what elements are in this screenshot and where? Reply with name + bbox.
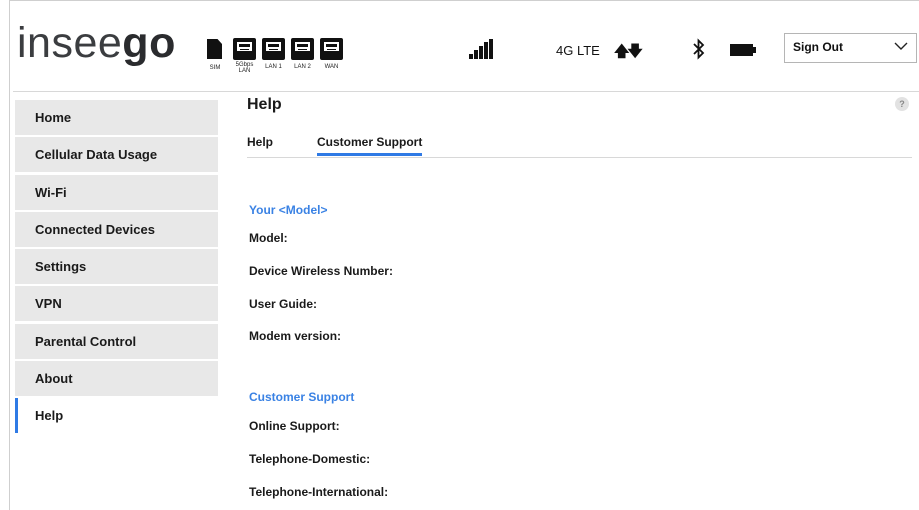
sidebar-item-label: Wi-Fi bbox=[35, 184, 67, 200]
port-label-lan1: LAN 1 bbox=[265, 64, 282, 70]
sidebar-item-vpn[interactable]: VPN bbox=[15, 286, 218, 322]
sidebar-item-label: VPN bbox=[35, 296, 62, 312]
ethernet-lan1-icon bbox=[262, 38, 285, 60]
sidebar-item-label: Cellular Data Usage bbox=[35, 147, 158, 163]
sim-card-icon bbox=[207, 39, 222, 59]
sidebar-item-parental-control[interactable]: Parental Control bbox=[15, 323, 218, 359]
ethernet-5gbps-lan-icon bbox=[233, 38, 256, 60]
header-divider bbox=[13, 91, 919, 92]
tab-help[interactable]: Help bbox=[247, 135, 273, 149]
sidebar-nav: Home Cellular Data Usage Wi-Fi Connected… bbox=[15, 100, 218, 436]
bluetooth-icon bbox=[693, 38, 705, 60]
port-label-wan: WAN bbox=[324, 64, 339, 70]
window-frame-left bbox=[9, 0, 10, 510]
sidebar-item-label: Home bbox=[35, 110, 72, 125]
sim-label: SIM bbox=[209, 65, 221, 71]
sidebar-item-label: Parental Control bbox=[35, 333, 137, 349]
network-type-label: 4G LTE bbox=[556, 43, 600, 58]
ethernet-lan2-icon bbox=[291, 38, 314, 60]
sidebar-item-connected-devices[interactable]: Connected Devices bbox=[15, 211, 218, 247]
page-title: Help bbox=[247, 96, 282, 113]
tabs-divider bbox=[247, 157, 912, 158]
field-modem-version: Modem version: bbox=[249, 329, 342, 343]
sidebar-item-help[interactable]: Help bbox=[15, 398, 218, 434]
section-heading-model: Your <Model> bbox=[249, 203, 328, 217]
sidebar-item-label: Settings bbox=[35, 259, 87, 275]
sign-out-label: Sign Out bbox=[793, 40, 843, 54]
port-label-5gbps-lan: 5Gbps LAN bbox=[235, 62, 254, 74]
window-frame-top bbox=[9, 0, 919, 9]
ethernet-wan-icon bbox=[320, 38, 343, 60]
field-telephone-domestic: Telephone-Domestic: bbox=[249, 452, 371, 466]
field-model: Model: bbox=[249, 231, 288, 245]
signal-strength-icon bbox=[467, 39, 497, 59]
field-telephone-international: Telephone-International: bbox=[249, 485, 389, 499]
sidebar-item-label: Connected Devices bbox=[35, 221, 155, 237]
battery-icon bbox=[730, 44, 756, 56]
tab-customer-support[interactable]: Customer Support bbox=[317, 135, 423, 156]
field-device-wireless-number: Device Wireless Number: bbox=[249, 264, 393, 278]
field-user-guide: User Guide: bbox=[249, 297, 318, 311]
sidebar-item-settings[interactable]: Settings bbox=[15, 249, 218, 285]
sidebar-item-label: Help bbox=[35, 408, 64, 424]
sidebar-item-cellular-data-usage[interactable]: Cellular Data Usage bbox=[15, 137, 218, 173]
sidebar-item-about[interactable]: About bbox=[15, 361, 218, 397]
sidebar-item-label: About bbox=[35, 371, 73, 387]
help-question-icon[interactable]: ? bbox=[895, 97, 909, 111]
section-heading-customer-support: Customer Support bbox=[249, 390, 355, 404]
inseego-logo: inseego bbox=[17, 19, 176, 67]
chevron-down-icon bbox=[894, 42, 908, 50]
sidebar-item-wi-fi[interactable]: Wi-Fi bbox=[15, 174, 218, 210]
sidebar-item-home[interactable]: Home bbox=[15, 100, 218, 135]
field-online-support: Online Support: bbox=[249, 419, 340, 433]
port-label-lan2: LAN 2 bbox=[294, 64, 311, 70]
data-activity-icon: 🡅🡇 bbox=[614, 43, 643, 60]
sign-out-dropdown[interactable]: Sign Out bbox=[784, 33, 917, 63]
